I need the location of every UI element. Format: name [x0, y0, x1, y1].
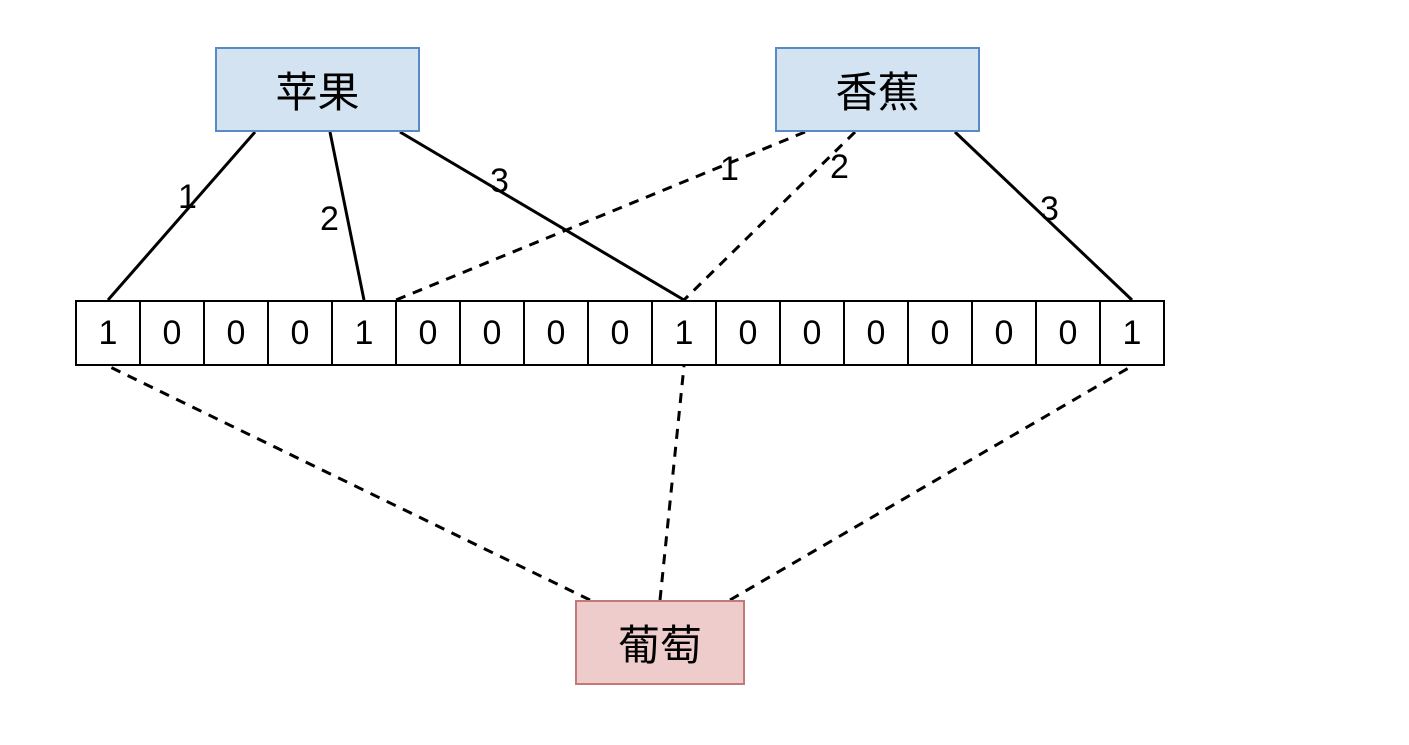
- bit-value: 0: [611, 314, 630, 353]
- bit-cell: 0: [395, 300, 461, 366]
- bit-array: 1 0 0 0 1 0 0 0 0 1 0 0 0 0 0 0 1: [75, 300, 1165, 366]
- bit-value: 0: [483, 314, 502, 353]
- bit-cell: 0: [459, 300, 525, 366]
- diagram-canvas: 苹果 香蕉 葡萄 1 0 0 0 1 0 0 0 0 1 0 0 0 0 0 0…: [0, 0, 1409, 745]
- edge-label-apple-1: 1: [178, 178, 197, 217]
- bit-value: 0: [291, 314, 310, 353]
- bit-value: 0: [867, 314, 886, 353]
- bit-cell: 0: [523, 300, 589, 366]
- edge-label-banana-3: 3: [1040, 190, 1059, 229]
- node-apple-label: 苹果: [275, 59, 359, 120]
- node-banana: 香蕉: [775, 47, 980, 132]
- edge-label-apple-3: 3: [490, 162, 509, 201]
- bit-cell: 1: [331, 300, 397, 366]
- bit-value: 0: [163, 314, 182, 353]
- bit-cell: 0: [779, 300, 845, 366]
- bit-cell: 0: [715, 300, 781, 366]
- bit-value: 1: [675, 314, 694, 353]
- bit-value: 0: [227, 314, 246, 353]
- bit-cell: 1: [651, 300, 717, 366]
- node-banana-label: 香蕉: [835, 59, 919, 120]
- bit-value: 1: [355, 314, 374, 353]
- bit-value: 1: [1123, 314, 1142, 353]
- bit-cell: 0: [587, 300, 653, 366]
- edge-label-banana-1: 1: [720, 150, 739, 189]
- bit-cell: 1: [1099, 300, 1165, 366]
- bit-value: 0: [1059, 314, 1078, 353]
- bit-cell: 0: [267, 300, 333, 366]
- bit-value: 0: [995, 314, 1014, 353]
- edge-label-apple-2: 2: [320, 200, 339, 239]
- bit-cell: 0: [971, 300, 1037, 366]
- node-grape-label: 葡萄: [618, 612, 702, 673]
- bit-cell: 0: [1035, 300, 1101, 366]
- node-grape: 葡萄: [575, 600, 745, 685]
- bit-cell: 0: [139, 300, 205, 366]
- bit-value: 0: [419, 314, 438, 353]
- bit-value: 0: [547, 314, 566, 353]
- bit-cell: 0: [203, 300, 269, 366]
- bit-value: 0: [803, 314, 822, 353]
- bit-cell: 1: [75, 300, 141, 366]
- bit-value: 0: [931, 314, 950, 353]
- edge-label-banana-2: 2: [830, 148, 849, 187]
- node-apple: 苹果: [215, 47, 420, 132]
- bit-value: 1: [99, 314, 118, 353]
- bit-cell: 0: [843, 300, 909, 366]
- bit-value: 0: [739, 314, 758, 353]
- bit-cell: 0: [907, 300, 973, 366]
